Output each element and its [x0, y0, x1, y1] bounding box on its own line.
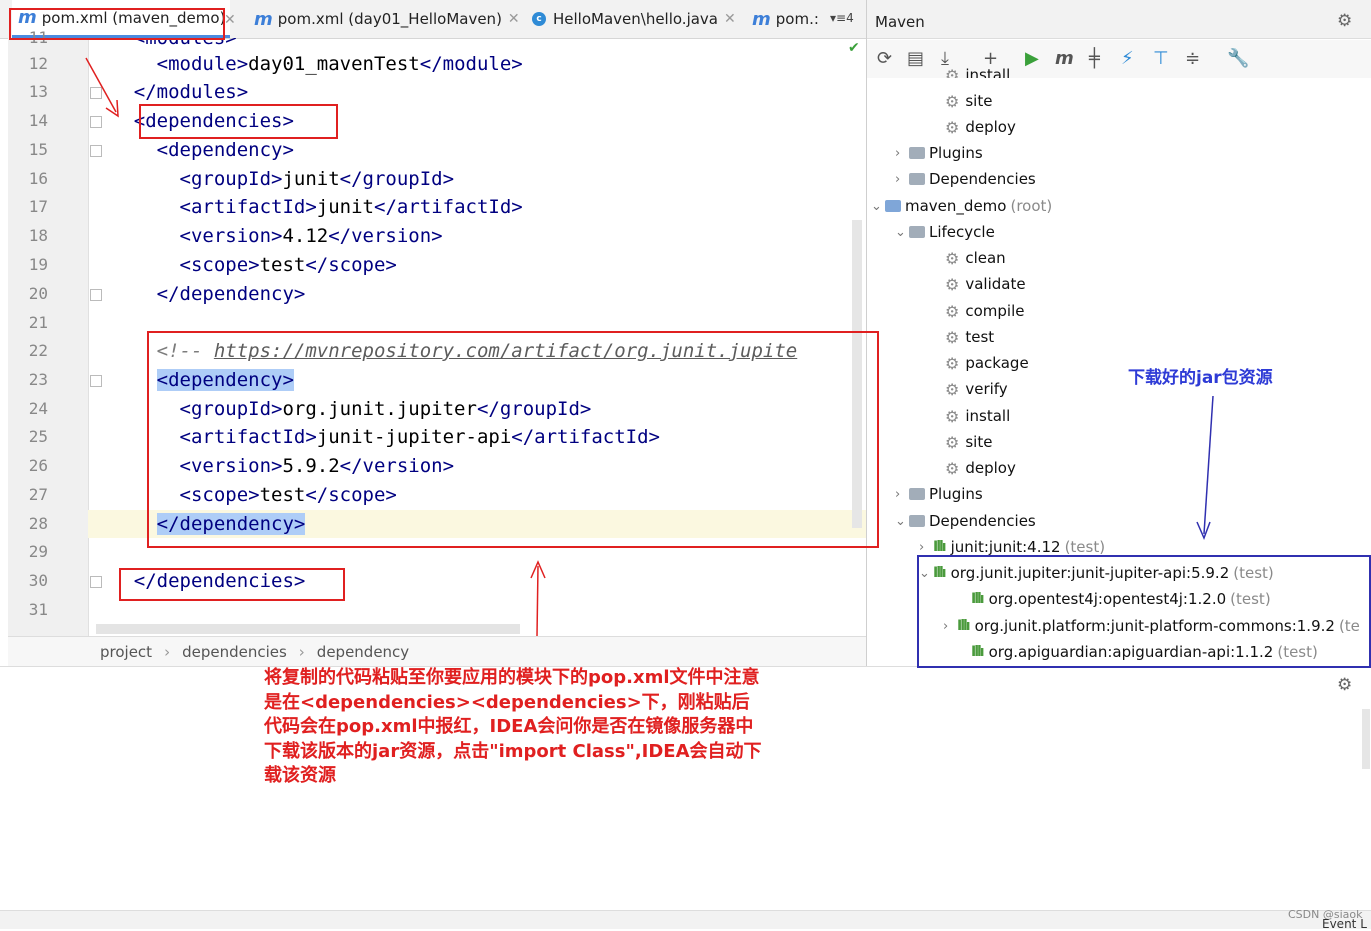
annotation-arrows — [85, 57, 1214, 637]
red-arrow-up — [530, 560, 546, 637]
red-arrow-tab — [85, 57, 119, 118]
annotation-text-blue: 下载好的jar包资源 — [1128, 368, 1273, 388]
annotation-text-red: 将复制的代码粘贴至你要应用的模块下的pop.xml文件中注意是在<depende… — [264, 667, 762, 786]
blue-arrow-down — [1196, 395, 1214, 540]
